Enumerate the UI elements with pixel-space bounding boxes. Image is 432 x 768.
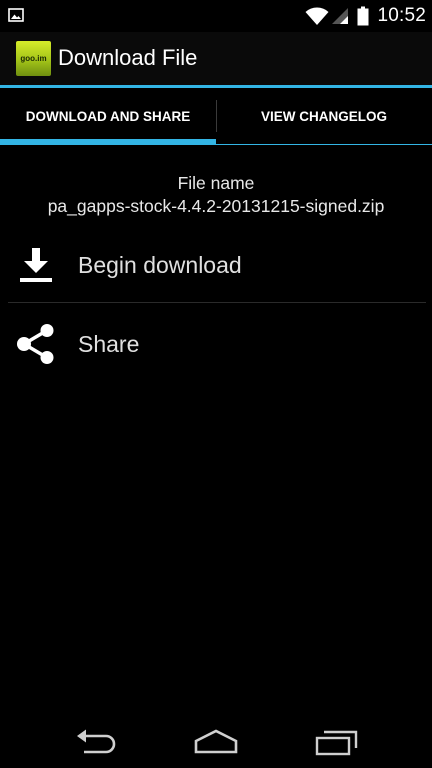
back-button[interactable] [72,726,120,758]
navigation-bar [0,714,432,768]
tab-view-changelog[interactable]: VIEW CHANGELOG [216,88,432,145]
home-button[interactable] [192,726,240,758]
status-bar: 10:52 [0,0,432,32]
begin-download-label: Begin download [78,251,242,278]
begin-download-button[interactable]: Begin download [0,232,432,298]
back-icon [77,729,116,754]
status-clock: 10:52 [377,5,426,26]
signal-icon [332,8,349,24]
action-bar: goo.im Download File [0,32,432,85]
tab-download-and-share[interactable]: DOWNLOAD AND SHARE [0,88,216,145]
recent-apps-icon [315,730,358,756]
file-name-label: File name [177,173,255,193]
file-info: File name pa_gapps-stock-4.4.2-20131215-… [0,172,432,218]
app-logo-text: goo.im [20,54,47,63]
home-icon [194,729,238,754]
wifi-icon [305,7,329,25]
app-logo[interactable]: goo.im [16,41,51,76]
tab-label: VIEW CHANGELOG [260,109,387,124]
list-divider [8,302,426,303]
share-label: Share [78,330,140,357]
page-title: Download File [58,45,198,70]
share-icon [17,324,54,364]
tab-selected-indicator [0,139,216,145]
battery-icon [357,6,369,26]
recent-apps-button[interactable] [312,726,360,758]
file-name-value: pa_gapps-stock-4.4.2-20131215-signed.zip [47,196,385,216]
download-icon [20,248,52,282]
tab-label: DOWNLOAD AND SHARE [25,109,191,124]
tab-baseline [216,144,432,145]
image-notification-icon [8,8,24,22]
share-button[interactable]: Share [0,311,432,377]
tab-divider [216,100,217,132]
